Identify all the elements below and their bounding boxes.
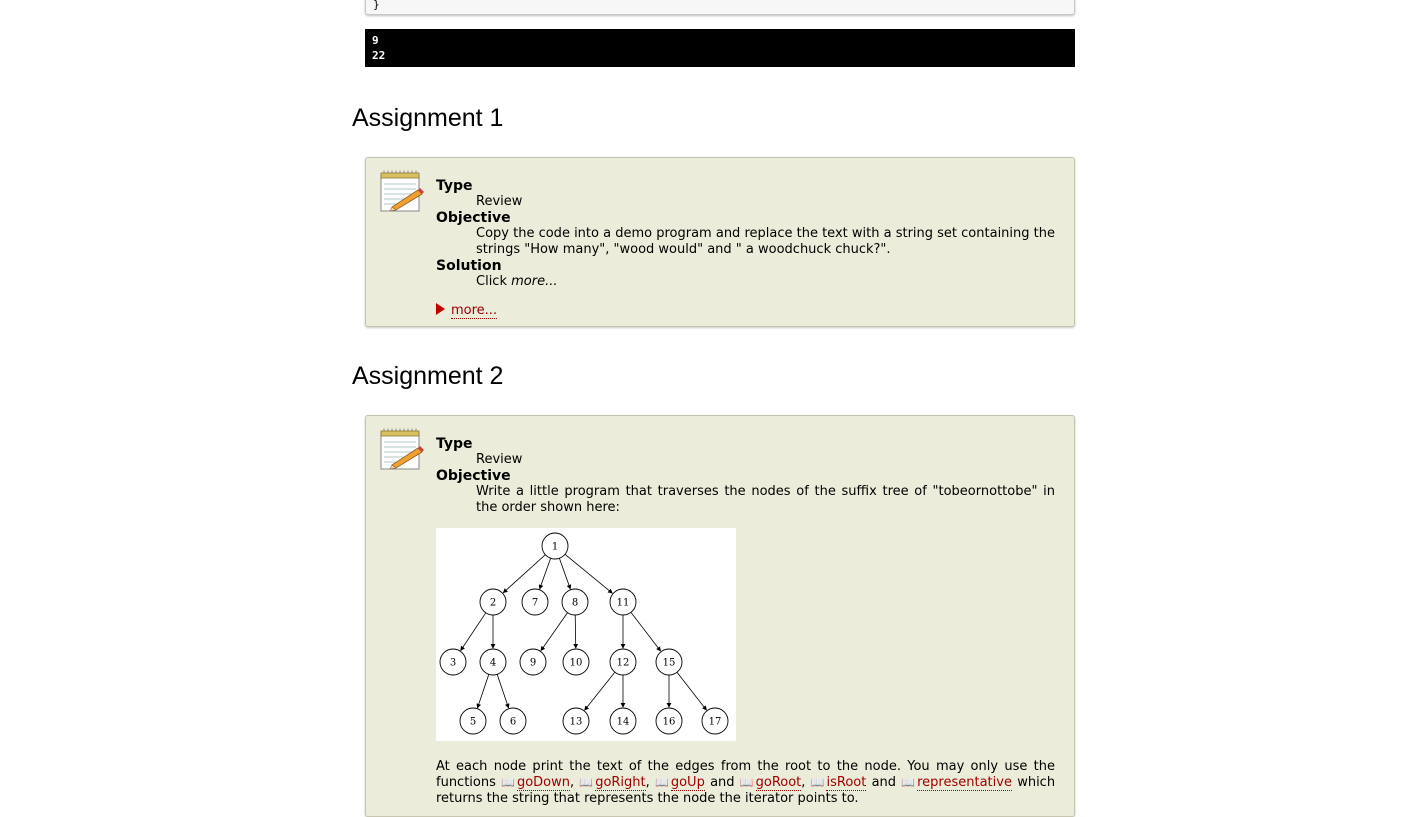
tree-edge <box>584 671 616 711</box>
separator: , <box>569 775 575 790</box>
more-link[interactable]: more... <box>451 303 498 319</box>
tree-node-label: 6 <box>510 717 516 728</box>
traversal-instructions: At each node print the text of the edges… <box>436 759 1055 807</box>
tree-edge <box>630 612 661 652</box>
type-label: Type <box>436 436 473 452</box>
tree-node-label: 4 <box>490 658 496 669</box>
tree-node-label: 3 <box>450 658 456 669</box>
objective-text: Write a little program that traverses th… <box>476 484 1055 515</box>
type-value: Review <box>476 194 523 209</box>
program-output: 9 22 <box>365 29 1075 67</box>
solution-prefix: Click <box>476 274 512 289</box>
tree-node-label: 10 <box>570 658 583 669</box>
assignment-2-details: Type Review Objective Write a little pro… <box>436 436 1055 516</box>
tree-edge <box>538 558 552 590</box>
solution-text: Click more... <box>476 274 1055 290</box>
book-icon: 📖 <box>901 776 917 789</box>
code-closing-brace: } <box>373 0 380 11</box>
tree-node-label: 17 <box>709 717 722 728</box>
assignment-2-heading: Assignment 2 <box>352 362 504 390</box>
type-label: Type <box>436 178 473 194</box>
tree-edge <box>676 672 707 711</box>
output-line: 9 <box>372 34 379 47</box>
book-icon: 📖 <box>579 776 595 789</box>
assignment-1-details: Type Review Objective Copy the code into… <box>436 178 1055 319</box>
tree-edge <box>564 553 613 594</box>
tree-node-label: 9 <box>530 658 536 669</box>
book-icon: 📖 <box>810 776 826 789</box>
function-link-goup[interactable]: goUp <box>670 775 705 791</box>
function-link-goright[interactable]: goRight <box>595 775 646 791</box>
suffix-tree-diagram: 123 45 67 89 10111213 141516 17 <box>436 528 736 741</box>
tree-edge <box>460 612 487 652</box>
function-link-godown[interactable]: goDown <box>516 775 570 791</box>
output-line: 22 <box>372 49 386 62</box>
tree-edge <box>540 612 568 652</box>
notepad-pencil-icon <box>380 428 424 470</box>
tree-edge <box>558 558 572 590</box>
tree-node-label: 12 <box>617 658 630 669</box>
triangle-right-icon <box>436 303 445 315</box>
tree-node-label: 11 <box>617 598 630 609</box>
book-icon: 📖 <box>739 776 755 789</box>
tree-node-label: 15 <box>663 658 676 669</box>
tree-node-label: 5 <box>470 717 476 728</box>
tree-node-label: 14 <box>617 717 630 728</box>
type-value: Review <box>476 452 523 467</box>
objective-text: Copy the code into a demo program and re… <box>476 226 1055 257</box>
tree-edge <box>502 554 546 594</box>
assignment-2-box: Type Review Objective Write a little pro… <box>365 415 1075 817</box>
solution-label: Solution <box>436 258 502 274</box>
tree-edge <box>496 674 510 709</box>
more-toggle[interactable]: more... <box>436 303 1055 319</box>
tree-edge <box>573 614 579 649</box>
objective-label: Objective <box>436 468 511 484</box>
tree-edge <box>476 674 490 709</box>
separator: and <box>710 775 735 790</box>
separator: , <box>645 775 650 790</box>
solution-more-ref: more... <box>511 274 558 289</box>
separator: and <box>871 775 897 790</box>
book-icon: 📖 <box>501 776 516 789</box>
function-link-representative[interactable]: representative <box>917 775 1012 791</box>
book-icon: 📖 <box>655 776 670 789</box>
assignment-1-box: Type Review Objective Copy the code into… <box>365 157 1075 327</box>
tree-node-label: 1 <box>552 542 558 553</box>
code-block: } <box>365 0 1075 15</box>
tree-node-label: 13 <box>570 717 583 728</box>
notepad-pencil-icon <box>380 170 424 212</box>
tree-node-label: 8 <box>572 598 578 609</box>
function-link-isroot[interactable]: isRoot <box>826 775 867 791</box>
tree-node-label: 7 <box>532 598 538 609</box>
separator: , <box>801 775 806 790</box>
function-link-goroot[interactable]: goRoot <box>755 775 802 791</box>
tree-node-label: 2 <box>490 598 496 609</box>
objective-label: Objective <box>436 210 511 226</box>
assignment-1-heading: Assignment 1 <box>352 104 504 132</box>
tree-node-label: 16 <box>663 717 676 728</box>
